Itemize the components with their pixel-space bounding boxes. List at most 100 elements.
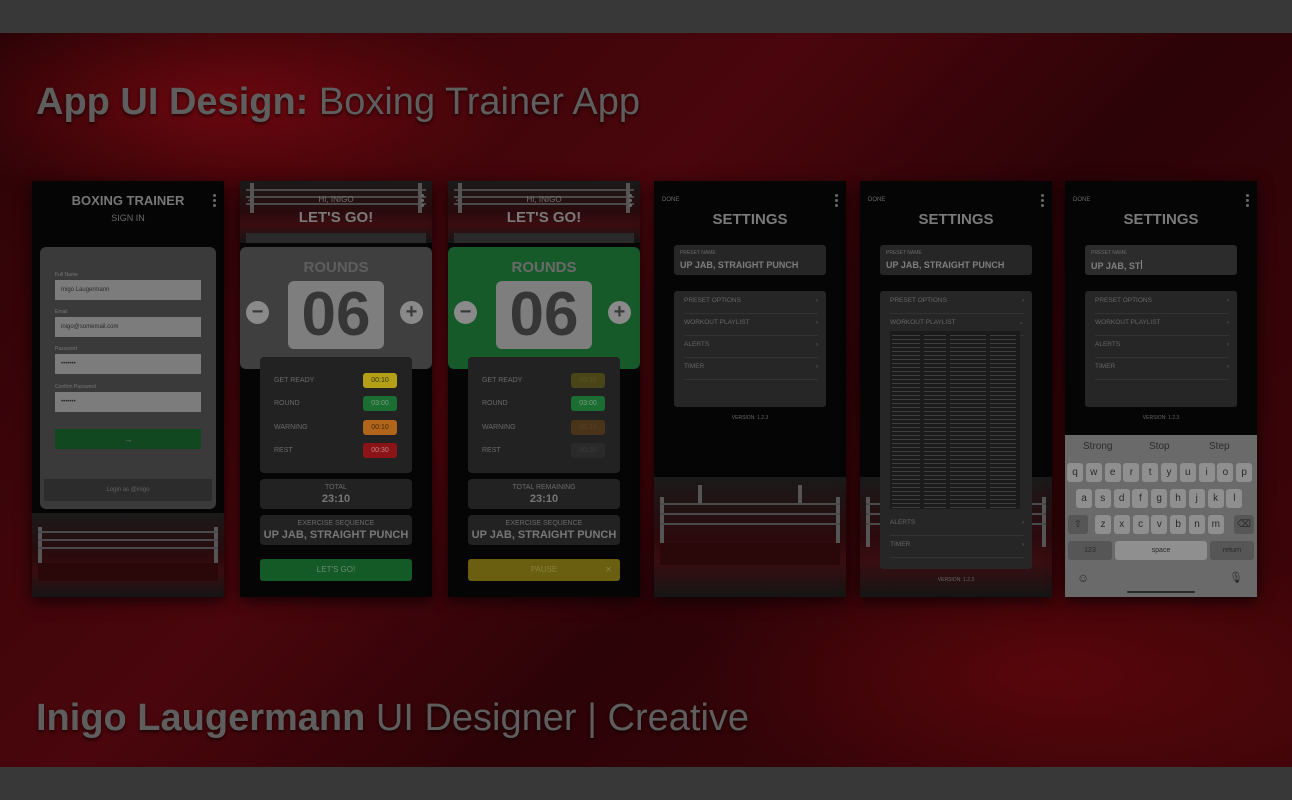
close-icon[interactable]: ✕	[605, 559, 612, 581]
increase-rounds-button[interactable]: +	[608, 301, 631, 324]
playlist-row-line	[990, 443, 1016, 444]
more-menu-icon[interactable]	[629, 194, 633, 208]
more-menu-icon[interactable]	[1041, 194, 1045, 208]
increase-rounds-button[interactable]: +	[400, 301, 423, 324]
key-s[interactable]: s	[1094, 489, 1111, 508]
playlist-row-line	[950, 455, 986, 456]
key-w[interactable]: w	[1085, 463, 1102, 482]
menu-item-preset-options[interactable]: PRESET OPTIONS ›	[890, 291, 1024, 314]
menu-item-timer[interactable]: TIMER ›	[684, 357, 818, 380]
key-r[interactable]: r	[1123, 463, 1140, 482]
playlist-row-line	[924, 343, 946, 344]
headline-bold: App UI Design:	[36, 81, 309, 123]
key-a[interactable]: a	[1076, 489, 1092, 508]
confirm-password-field[interactable]: •••••••	[55, 392, 201, 412]
key-j[interactable]: j	[1188, 489, 1205, 508]
playlist-row-line	[924, 383, 946, 384]
get-ready-time[interactable]: 00:10	[363, 373, 397, 388]
preset-name-field-focused[interactable]: PRESET NAME UP JAB, ST	[1085, 245, 1237, 275]
key-v[interactable]: v	[1151, 515, 1168, 534]
playlist-row-line	[892, 499, 920, 500]
key-k[interactable]: k	[1207, 489, 1224, 508]
key-o[interactable]: o	[1217, 463, 1234, 482]
round-time[interactable]: 03:00	[363, 396, 397, 411]
email-field[interactable]: inigo@somemail.com	[55, 317, 201, 337]
submit-button[interactable]: →	[55, 429, 201, 449]
key-m[interactable]: m	[1207, 515, 1224, 534]
emoji-icon[interactable]: ☺	[1077, 571, 1089, 585]
key-d[interactable]: d	[1113, 489, 1130, 508]
menu-item-alerts[interactable]: ALERTS ›	[1095, 335, 1229, 358]
key-c[interactable]: c	[1132, 515, 1149, 534]
menu-item-timer[interactable]: TIMER ›	[1095, 357, 1229, 380]
rest-time[interactable]: 00:30	[363, 443, 397, 458]
key-y[interactable]: y	[1161, 463, 1177, 482]
rest-label: REST	[274, 447, 293, 454]
menu-item-workout-playlist[interactable]: WORKOUT PLAYLIST ›	[684, 313, 818, 336]
key-g[interactable]: g	[1151, 489, 1168, 508]
key-u[interactable]: u	[1179, 463, 1196, 482]
playlist-row-line	[990, 463, 1016, 464]
playlist-row-line	[990, 467, 1016, 468]
playlist-row-line	[892, 427, 920, 428]
more-menu-icon[interactable]	[421, 194, 425, 208]
key-i[interactable]: i	[1198, 463, 1215, 482]
playlist-row-line	[950, 491, 986, 492]
pause-button[interactable]: PAUSE ✕	[468, 559, 620, 581]
suggestion-2[interactable]: Stop	[1149, 441, 1170, 452]
version-text: VERSION: 1.2.3	[731, 415, 769, 421]
lets-go-button[interactable]: LET'S GO!	[260, 559, 412, 581]
phone-settings-screen: DONE SETTINGS PRESET NAME UP JAB, STRAIG…	[654, 181, 846, 597]
menu-item-timer[interactable]: TIMER ›	[890, 535, 1024, 558]
shift-key[interactable]: ⇧	[1068, 515, 1088, 534]
suggestion-3[interactable]: Step	[1209, 441, 1230, 452]
delete-key[interactable]: ⌫	[1234, 515, 1254, 534]
exercise-sequence-panel[interactable]: EXERCISE SEQUENCE UP JAB, STRAIGHT PUNCH	[260, 515, 412, 545]
key-e[interactable]: e	[1104, 463, 1121, 482]
key-x[interactable]: x	[1113, 515, 1130, 534]
playlist-row-line	[990, 439, 1016, 440]
key-h[interactable]: h	[1170, 489, 1186, 508]
key-b[interactable]: b	[1170, 515, 1187, 534]
arrow-right-icon: →	[123, 434, 133, 444]
decrease-rounds-button[interactable]: −	[454, 301, 477, 324]
password-field[interactable]: •••••••	[55, 354, 201, 374]
preset-name-field[interactable]: PRESET NAME UP JAB, STRAIGHT PUNCH	[880, 245, 1032, 275]
key-t[interactable]: t	[1142, 463, 1159, 482]
key-f[interactable]: f	[1132, 489, 1149, 508]
key-n[interactable]: n	[1189, 515, 1205, 534]
key-z[interactable]: z	[1095, 515, 1111, 534]
done-button[interactable]: DONE	[868, 197, 885, 203]
playlist-row-line	[950, 487, 986, 488]
playlist-row-line	[950, 383, 986, 384]
preset-name-field[interactable]: PRESET NAME UP JAB, STRAIGHT PUNCH	[674, 245, 826, 275]
numbers-key[interactable]: 123	[1068, 541, 1112, 560]
playlist-row-line	[990, 451, 1016, 452]
playlist-row-line	[924, 339, 946, 340]
playlist-row-line	[892, 339, 920, 340]
exercise-sequence-panel[interactable]: EXERCISE SEQUENCE UP JAB, STRAIGHT PUNCH	[468, 515, 620, 545]
done-button[interactable]: DONE	[1073, 197, 1090, 203]
menu-item-preset-options[interactable]: PRESET OPTIONS ›	[1095, 291, 1229, 314]
space-key[interactable]: space	[1115, 541, 1207, 560]
warning-time[interactable]: 00:10	[363, 420, 397, 435]
menu-item-alerts[interactable]: ALERTS ›	[890, 513, 1024, 536]
key-p[interactable]: p	[1236, 463, 1253, 482]
decrease-rounds-button[interactable]: −	[246, 301, 269, 324]
more-menu-icon[interactable]	[835, 194, 839, 208]
key-q[interactable]: q	[1067, 463, 1083, 482]
done-button[interactable]: DONE	[662, 197, 679, 203]
more-menu-icon[interactable]	[1246, 194, 1250, 208]
menu-item-workout-playlist[interactable]: WORKOUT PLAYLIST ›	[1095, 313, 1229, 336]
full-name-field[interactable]: Inigo Laugermann	[55, 280, 201, 300]
menu-item-preset-options[interactable]: PRESET OPTIONS ›	[684, 291, 818, 314]
playlist-row-line	[950, 339, 986, 340]
menu-item-alerts[interactable]: ALERTS ›	[684, 335, 818, 358]
login-as-button[interactable]: Login as @inigo	[44, 479, 212, 501]
key-l[interactable]: l	[1226, 489, 1243, 508]
microphone-icon[interactable]: 🎙	[1229, 571, 1243, 584]
more-menu-icon[interactable]	[213, 194, 217, 208]
return-key[interactable]: return	[1210, 541, 1254, 560]
playlist-table[interactable]	[890, 331, 1020, 509]
suggestion-1[interactable]: Strong	[1083, 441, 1112, 452]
